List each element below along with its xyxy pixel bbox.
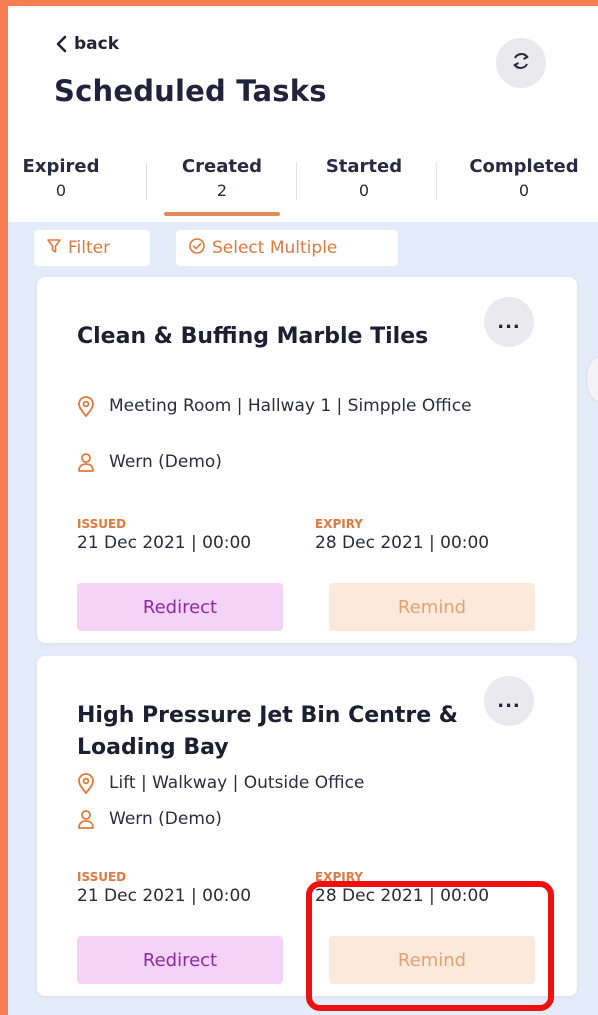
tab-label: Completed — [469, 156, 579, 177]
assignee-text: Wern (Demo) — [109, 452, 222, 472]
task-assignee: Wern (Demo) — [77, 806, 547, 838]
tab-divider — [436, 162, 437, 200]
task-location: Lift | Walkway | Outside Office — [77, 770, 547, 804]
tab-started[interactable]: Started 0 — [308, 156, 420, 200]
tab-divider — [146, 162, 147, 200]
issued-label: ISSUED — [77, 517, 127, 531]
refresh-icon — [510, 50, 532, 76]
issued-date: 21 Dec 2021 | 00:00 — [77, 886, 252, 906]
status-tabs: Expired 0 Created 2 Started 0 Completed … — [8, 136, 598, 222]
user-icon — [77, 806, 99, 838]
location-text: Lift | Walkway | Outside Office — [109, 773, 365, 793]
expiry-label: EXPIRY — [315, 870, 363, 884]
assignee-text: Wern (Demo) — [109, 809, 222, 829]
chevron-left-icon — [54, 35, 68, 53]
back-button[interactable]: back — [54, 34, 119, 54]
expiry-date: 28 Dec 2021 | 00:00 — [315, 886, 490, 906]
task-card[interactable]: ... High Pressure Jet Bin Centre & Loadi… — [37, 656, 577, 996]
issued-label: ISSUED — [77, 870, 127, 884]
redirect-button[interactable]: Redirect — [77, 936, 283, 984]
remind-button[interactable]: Remind — [329, 583, 535, 631]
more-dots-icon: ... — [497, 311, 521, 333]
tab-label: Started — [325, 156, 403, 177]
active-tab-indicator — [164, 212, 280, 216]
app-screen: back Scheduled Tasks Expired 0 Created 2 — [8, 6, 598, 1015]
task-assignee: Wern (Demo) — [77, 449, 547, 481]
remind-button[interactable]: Remind — [329, 936, 535, 984]
filter-icon — [46, 238, 62, 259]
task-title: High Pressure Jet Bin Centre & Loading B… — [77, 703, 458, 760]
tab-divider — [296, 162, 297, 200]
tab-count: 2 — [216, 181, 228, 200]
back-label: back — [74, 34, 120, 54]
app-frame: back Scheduled Tasks Expired 0 Created 2 — [0, 0, 598, 1015]
filter-button[interactable]: Filter — [34, 230, 150, 266]
tab-count: 0 — [518, 181, 530, 200]
tab-label: Created — [181, 156, 263, 177]
tab-label: Expired — [22, 156, 100, 177]
tab-completed[interactable]: Completed 0 — [454, 156, 594, 200]
page-title: Scheduled Tasks — [54, 74, 327, 108]
tab-count: 0 — [358, 181, 370, 200]
redirect-button[interactable]: Redirect — [77, 583, 283, 631]
issued-date: 21 Dec 2021 | 00:00 — [77, 533, 252, 553]
select-multiple-button[interactable]: Select Multiple — [176, 230, 398, 266]
location-pin-icon — [77, 770, 99, 804]
more-dots-icon: ... — [497, 690, 521, 712]
user-icon — [77, 449, 99, 481]
expiry-date: 28 Dec 2021 | 00:00 — [315, 533, 490, 553]
location-text: Meeting Room | Hallway 1 | Simpple Offic… — [109, 396, 472, 416]
refresh-button[interactable] — [496, 38, 546, 88]
task-card[interactable]: ... Clean & Buffing Marble Tiles Meeting… — [37, 277, 577, 643]
tab-count: 0 — [55, 181, 67, 200]
filter-label: Filter — [68, 238, 111, 258]
tab-created[interactable]: Created 2 — [164, 156, 280, 200]
tab-expired[interactable]: Expired 0 — [8, 156, 114, 200]
location-pin-icon — [77, 393, 99, 427]
task-location: Meeting Room | Hallway 1 | Simpple Offic… — [77, 393, 547, 427]
side-handle[interactable] — [586, 356, 598, 402]
check-circle-icon — [188, 237, 206, 260]
expiry-label: EXPIRY — [315, 517, 363, 531]
header: back Scheduled Tasks — [8, 6, 598, 137]
select-multiple-label: Select Multiple — [212, 238, 338, 258]
task-title: Clean & Buffing Marble Tiles — [77, 324, 429, 349]
